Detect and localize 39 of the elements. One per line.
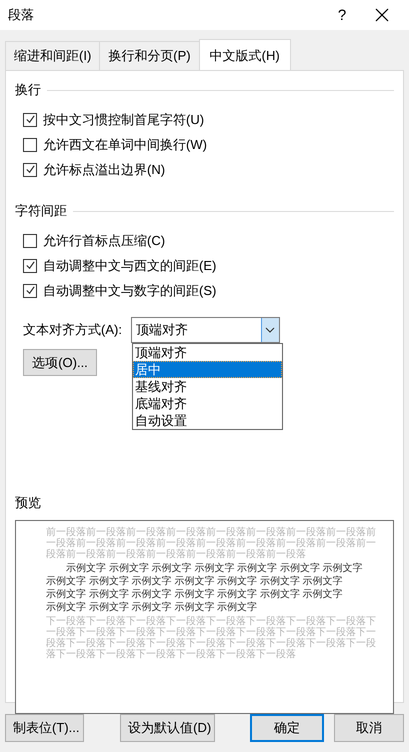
dialog-button[interactable]: 取消 — [334, 714, 404, 742]
preview-text: 前一段落前一段落前一段落前一段落前一段落前一段落前一段落前一段落前一段落前一段落前一段落前一段落前一段落前一段落前一段落前一段落前一段落前一段落前一段落前一段落前一段落前一段落前一段落 — [46, 527, 377, 560]
section-heading: 预览 — [15, 494, 42, 512]
checkbox[interactable] — [23, 162, 37, 176]
sample-text: 示例文字 示例文字 示例文字 示例文字 示例文字 — [46, 601, 258, 614]
chevron-icon — [265, 327, 276, 333]
checkbox-label: 允许标点溢出边界(N) — [43, 160, 166, 178]
checkbox[interactable] — [23, 234, 37, 248]
field-label: 文本对齐方式(A): — [23, 321, 122, 339]
close-icon[interactable] — [375, 8, 389, 22]
sample-text: 示例文字 示例文字 示例文字 示例文字 示例文字 示例文字 示例文字 — [65, 562, 364, 575]
dialog-button[interactable]: 制表位(T)... — [5, 714, 84, 742]
dropdown-option[interactable]: 顶端对齐 — [133, 344, 282, 361]
dropdown-option[interactable]: 底端对齐 — [133, 395, 282, 412]
checkbox-label: 按中文习惯控制首尾字符(U) — [43, 110, 204, 128]
checkbox[interactable] — [23, 138, 37, 152]
dropdown-option[interactable]: 基线对齐 — [133, 378, 282, 395]
checkbox-label: 自动调整中文与西文的间距(E) — [43, 256, 216, 274]
help-button[interactable]: ? — [319, 6, 365, 24]
alignment-dropdown[interactable]: 顶端对齐 — [130, 317, 280, 343]
checkbox[interactable] — [23, 112, 37, 126]
window-title: 段落 — [8, 6, 35, 24]
tab[interactable]: 中文版式(H) — [198, 39, 291, 71]
checkbox-label: 自动调整中文与数字的间距(S) — [43, 282, 216, 300]
preview-text: 下一段落下一段落下一段落下一段落下一段落下一段落下一段落下一段落下一段落下一段落下一段落下一段落下一段落下一段落下一段落下一段落下一段落下一段落下一段落下一段落下一段落下一段落下一段落下一段落下一段落下一段落下一段落下一段落下一段落下一段落下一段落 — [46, 616, 377, 660]
checkbox-label: 允许西文在单词中间换行(W) — [43, 136, 207, 154]
sample-text: 示例文字 示例文字 示例文字 示例文字 示例文字 示例文字 示例文字 — [46, 575, 344, 588]
options-button[interactable]: 选项(O)... — [23, 349, 97, 376]
section-heading: 换行 — [15, 81, 41, 99]
checkbox[interactable] — [23, 258, 37, 272]
tab[interactable]: 缩进和间距(I) — [5, 41, 100, 70]
dialog-button[interactable]: 设为默认值(D) — [120, 714, 215, 742]
section-heading: 字符间距 — [15, 202, 67, 220]
checkbox-label: 允许行首标点压缩(C) — [43, 232, 166, 250]
sample-text: 示例文字 示例文字 示例文字 示例文字 示例文字 示例文字 示例文字 — [46, 588, 344, 601]
dialog-button[interactable]: 确定 — [250, 714, 324, 742]
checkbox[interactable] — [23, 284, 37, 298]
dropdown-option[interactable]: 居中 — [133, 361, 282, 378]
dropdown-option[interactable]: 自动设置 — [133, 412, 282, 429]
